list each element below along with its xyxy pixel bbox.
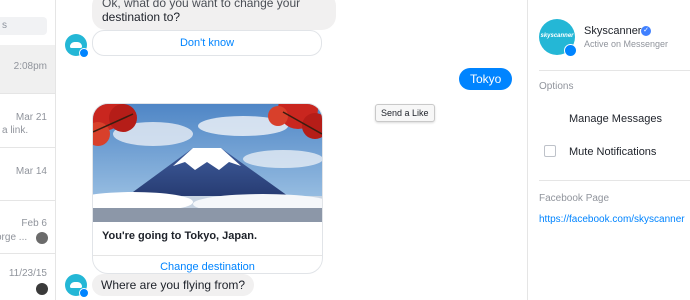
- cloud-icon: [70, 282, 82, 288]
- conversation-item[interactable]: Mar 14: [0, 148, 55, 201]
- divider: [539, 180, 690, 181]
- conversation-time: 11/23/15: [8, 268, 47, 279]
- conversation-item[interactable]: Mar 21 a link.: [0, 94, 55, 148]
- message-bubble: Ok, what do you want to change your dest…: [92, 0, 336, 30]
- change-destination-button[interactable]: Change destination: [93, 256, 322, 273]
- conversation-item[interactable]: 2:08pm: [0, 45, 55, 94]
- conversation-time: 2:08pm: [13, 61, 47, 72]
- user-message-bubble: Tokyo: [459, 68, 513, 90]
- logo-text: skyscanner: [540, 33, 574, 39]
- chat-thread: Ok, what do you want to change your dest…: [56, 0, 527, 300]
- mute-notifications-checkbox[interactable]: [544, 145, 556, 157]
- options-header: Options: [539, 81, 574, 92]
- skyscanner-logo: skyscanner: [539, 19, 577, 57]
- message-text: destination to?: [102, 10, 181, 24]
- conversation-time: Feb 6: [21, 218, 47, 229]
- conversation-snippet: orge ...: [0, 232, 28, 243]
- bot-avatar: [65, 34, 89, 58]
- messenger-badge-icon: [564, 44, 577, 57]
- conversation-info-panel: skyscanner Skyscanner ✓ Active on Messen…: [527, 0, 690, 300]
- facebook-page-header: Facebook Page: [539, 193, 610, 204]
- conversation-list: s 2:08pm Mar 21 a link. Mar 14 Feb 6 org…: [0, 0, 56, 300]
- message-bubble: Where are you flying from?: [92, 274, 255, 296]
- card-title: You're going to Tokyo, Japan.: [102, 230, 257, 242]
- conversation-item[interactable]: 11/23/15: [0, 254, 55, 300]
- conversation-item[interactable]: Feb 6 orge ...: [0, 201, 55, 254]
- conversation-time: Mar 21: [15, 112, 47, 123]
- message-text: Ok, what do you want to change your: [102, 0, 301, 10]
- mute-notifications-option[interactable]: Mute Notifications: [569, 146, 656, 158]
- conversation-time: Mar 14: [15, 166, 47, 177]
- bot-avatar: [65, 274, 89, 298]
- dont-know-button[interactable]: Don't know: [93, 31, 321, 55]
- profile-name[interactable]: Skyscanner: [584, 25, 641, 37]
- destination-card: You're going to Tokyo, Japan. Change des…: [92, 103, 323, 274]
- cloud-icon: [70, 42, 82, 48]
- avatar: [36, 283, 48, 295]
- avatar: [36, 232, 48, 244]
- profile-status: Active on Messenger: [584, 39, 669, 49]
- divider: [539, 70, 690, 71]
- verified-icon: ✓: [641, 26, 651, 36]
- search-input[interactable]: s: [0, 17, 47, 35]
- mount-fuji-image: [93, 104, 322, 222]
- manage-messages-option[interactable]: Manage Messages: [569, 113, 662, 125]
- quick-reply-card: Don't know: [92, 30, 322, 56]
- facebook-page-link[interactable]: https://facebook.com/skyscanner: [539, 214, 685, 225]
- conversation-snippet: a link.: [2, 125, 29, 136]
- send-like-tooltip: Send a Like: [375, 104, 435, 122]
